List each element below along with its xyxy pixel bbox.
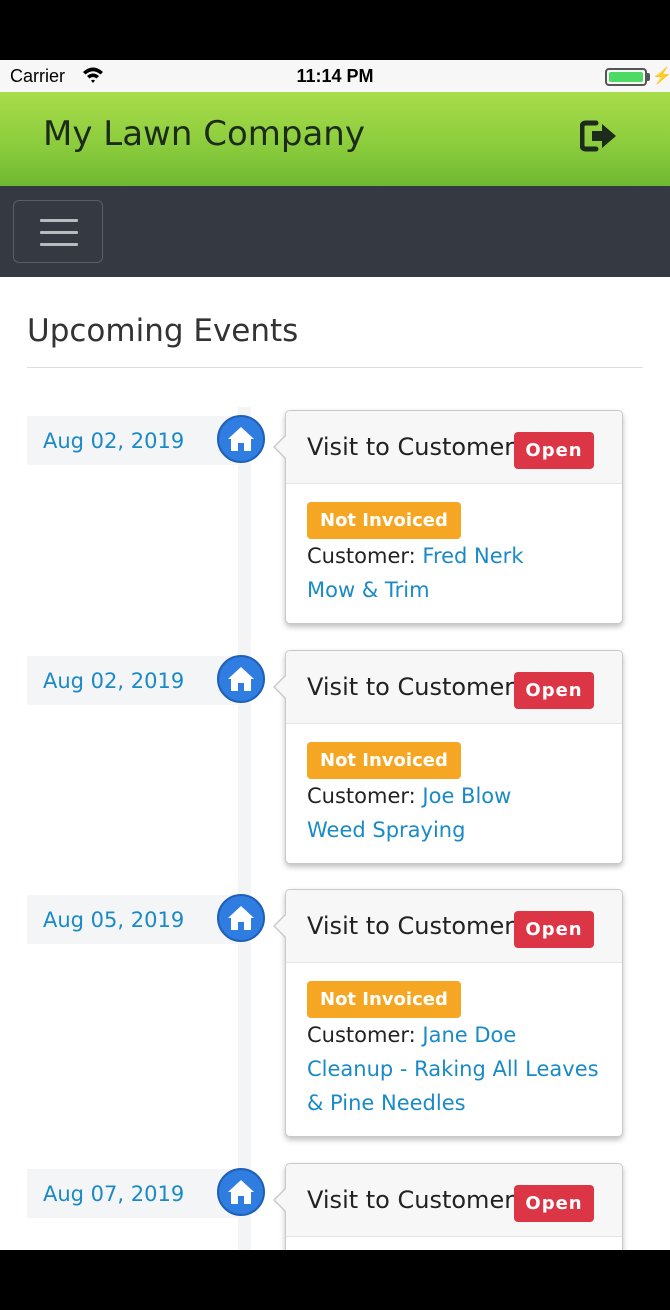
customer-label: Customer:	[307, 784, 416, 808]
main-content: Upcoming Events Aug 02, 2019 Visit to Cu…	[0, 277, 670, 1250]
event-card-header: Visit to Customer Open	[286, 651, 622, 724]
divider	[27, 367, 643, 368]
invoice-badge: Not Invoiced	[307, 502, 461, 539]
event-title: Visit to Customer	[307, 1186, 515, 1214]
hamburger-icon-line	[40, 243, 78, 246]
event-title: Visit to Customer	[307, 433, 515, 461]
customer-label: Customer:	[307, 544, 416, 568]
hamburger-icon	[40, 219, 78, 222]
nav-bar	[0, 186, 670, 277]
service-link[interactable]: Mow & Trim	[307, 573, 601, 607]
status-badge: Open	[514, 432, 594, 469]
home-icon	[217, 1168, 265, 1216]
status-bar: Carrier 11:14 PM ⚡	[0, 60, 670, 92]
event-date: Aug 02, 2019	[27, 416, 238, 465]
page-title: Upcoming Events	[27, 313, 299, 349]
event-card-header: Visit to Customer Open	[286, 1164, 622, 1237]
event-date-label[interactable]: Aug 05, 2019	[43, 908, 184, 932]
timeline-track	[238, 407, 251, 1250]
event-card-body: Not Invoiced Customer: Fred Nerk Mow & T…	[286, 484, 622, 623]
event-card[interactable]: Visit to Customer Open Not Invoiced Cust…	[273, 410, 623, 624]
event-date: Aug 05, 2019	[27, 895, 238, 944]
invoice-badge: Not Invoiced	[307, 981, 461, 1018]
event-date-label[interactable]: Aug 02, 2019	[43, 669, 184, 693]
event-date: Aug 07, 2019	[27, 1169, 238, 1218]
home-icon	[217, 655, 265, 703]
event-card-header: Visit to Customer Open	[286, 411, 622, 484]
home-icon	[217, 894, 265, 942]
customer-line: Customer: Joe Blow	[307, 779, 601, 813]
battery-icon	[605, 68, 647, 86]
event-title: Visit to Customer	[307, 912, 515, 940]
app-title: My Lawn Company	[43, 114, 365, 154]
status-badge: Open	[514, 1185, 594, 1222]
customer-link[interactable]: Joe Blow	[422, 784, 511, 808]
menu-toggle-button[interactable]	[13, 200, 103, 263]
event-card-header: Visit to Customer Open	[286, 890, 622, 963]
event-date-label[interactable]: Aug 02, 2019	[43, 429, 184, 453]
customer-link[interactable]: Fred Nerk	[422, 544, 523, 568]
event-card-body: Not Invoiced Customer: Jane Doe Cleanup …	[286, 963, 622, 1136]
service-link[interactable]: Weed Spraying	[307, 813, 601, 847]
invoice-badge: Not Invoiced	[307, 742, 461, 779]
event-card-body	[286, 1237, 622, 1250]
event-card[interactable]: Visit to Customer Open Not Invoiced Cust…	[273, 650, 623, 864]
event-card[interactable]: Visit to Customer Open	[273, 1163, 623, 1250]
event-card[interactable]: Visit to Customer Open Not Invoiced Cust…	[273, 889, 623, 1137]
hamburger-icon-line	[40, 231, 78, 234]
event-card-body: Not Invoiced Customer: Joe Blow Weed Spr…	[286, 724, 622, 863]
home-icon	[217, 415, 265, 463]
event-date: Aug 02, 2019	[27, 656, 238, 705]
top-letterbox	[0, 0, 670, 60]
app-header: My Lawn Company	[0, 92, 670, 186]
bottom-letterbox	[0, 1250, 670, 1310]
charging-icon: ⚡	[652, 68, 670, 85]
sign-out-icon[interactable]	[579, 119, 620, 153]
status-badge: Open	[514, 672, 594, 709]
customer-line: Customer: Jane Doe	[307, 1018, 601, 1052]
customer-line: Customer: Fred Nerk	[307, 539, 601, 573]
event-title: Visit to Customer	[307, 673, 515, 701]
clock: 11:14 PM	[296, 66, 374, 86]
service-link[interactable]: Cleanup - Raking All Leaves & Pine Needl…	[307, 1052, 601, 1120]
customer-label: Customer:	[307, 1023, 416, 1047]
event-date-label[interactable]: Aug 07, 2019	[43, 1182, 184, 1206]
status-badge: Open	[514, 911, 594, 948]
battery-tip	[647, 73, 650, 81]
customer-link[interactable]: Jane Doe	[422, 1023, 516, 1047]
